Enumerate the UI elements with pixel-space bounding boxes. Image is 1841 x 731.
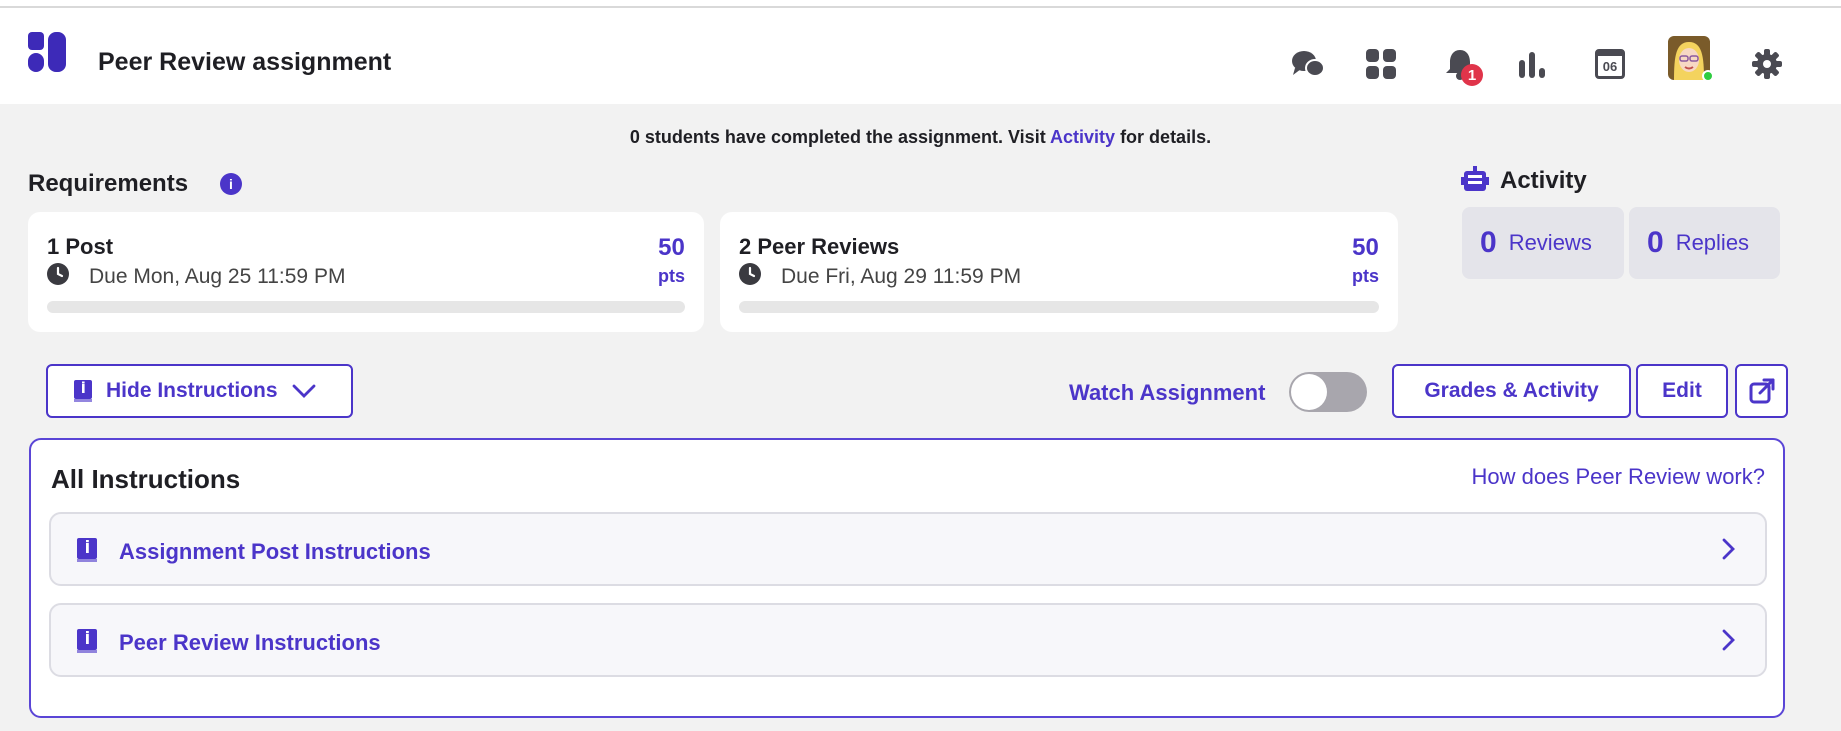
chart-icon[interactable]: [1512, 44, 1552, 84]
requirement-progress-bar: [739, 301, 1379, 313]
points-unit: pts: [658, 266, 685, 286]
requirement-due: Due Mon, Aug 25 11:59 PM: [89, 265, 346, 288]
page-title: Peer Review assignment: [98, 48, 392, 76]
info-icon[interactable]: i: [220, 173, 242, 195]
chevron-right-icon: [1722, 629, 1735, 651]
notification-badge: 1: [1461, 64, 1483, 86]
instructions-panel: All Instructions How does Peer Review wo…: [29, 438, 1785, 718]
gear-icon[interactable]: [1747, 44, 1787, 84]
grades-activity-button[interactable]: Grades & Activity: [1392, 364, 1631, 418]
chevron-right-icon: [1722, 538, 1735, 560]
instruction-label: Peer Review Instructions: [119, 630, 381, 655]
requirements-title: Requirements: [28, 170, 189, 197]
app-logo-icon[interactable]: [28, 32, 66, 72]
completion-notice: 0 students have completed the assignment…: [0, 127, 1841, 148]
clock-icon: [739, 263, 761, 285]
watch-assignment-label: Watch Assignment: [1069, 380, 1266, 405]
replies-label: Replies: [1675, 230, 1750, 255]
replies-count: 0: [1647, 226, 1664, 259]
edit-button[interactable]: Edit: [1636, 364, 1728, 418]
instruction-row-assignment-post[interactable]: Assignment Post Instructions: [49, 512, 1767, 586]
points-unit: pts: [1352, 266, 1379, 286]
app-header: Peer Review assignment 1 06: [0, 8, 1841, 104]
calendar-icon[interactable]: 06: [1590, 44, 1630, 84]
requirement-title: 1 Post: [47, 234, 114, 259]
hide-instructions-button[interactable]: Hide Instructions: [46, 364, 353, 418]
external-link-icon: [1749, 378, 1774, 404]
book-icon: [77, 538, 97, 562]
requirement-title: 2 Peer Reviews: [739, 234, 900, 259]
requirement-points: 50 pts: [1352, 234, 1379, 287]
instruction-row-peer-review[interactable]: Peer Review Instructions: [49, 603, 1767, 677]
reviews-label: Reviews: [1508, 230, 1592, 255]
chat-icon[interactable]: [1288, 44, 1328, 84]
instruction-label: Assignment Post Instructions: [119, 539, 431, 564]
requirement-card-post: 1 Post Due Mon, Aug 25 11:59 PM 50 pts: [28, 212, 704, 332]
requirement-due: Due Fri, Aug 29 11:59 PM: [781, 265, 1022, 288]
how-peer-review-works-link[interactable]: How does Peer Review work?: [1472, 464, 1765, 490]
activity-link[interactable]: Activity: [1050, 127, 1115, 147]
activity-robot-icon: [1461, 166, 1489, 191]
requirement-points: 50 pts: [658, 234, 685, 287]
requirement-progress-bar: [47, 301, 685, 313]
points-value: 50: [658, 234, 685, 261]
points-value: 50: [1352, 234, 1379, 261]
hide-instructions-label: Hide Instructions: [106, 379, 278, 402]
open-external-button[interactable]: [1735, 364, 1788, 418]
apps-grid-icon[interactable]: [1361, 44, 1401, 84]
chevron-down-icon: [292, 384, 315, 398]
reviews-stat[interactable]: 0 Reviews: [1462, 207, 1624, 279]
book-icon: [77, 629, 97, 653]
toggle-knob: [1291, 374, 1327, 410]
activity-title: Activity: [1500, 167, 1587, 194]
reviews-count: 0: [1480, 226, 1497, 259]
calendar-day: 06: [1602, 58, 1618, 74]
notice-prefix: 0 students have completed the assignment…: [629, 127, 1051, 147]
clock-icon: [47, 263, 69, 285]
requirement-card-reviews: 2 Peer Reviews Due Fri, Aug 29 11:59 PM …: [720, 212, 1398, 332]
instructions-title: All Instructions: [51, 464, 241, 494]
watch-assignment-toggle[interactable]: [1289, 372, 1367, 412]
book-icon: [74, 380, 92, 402]
notice-suffix: for details.: [1115, 127, 1212, 147]
online-status-dot: [1702, 70, 1714, 82]
replies-stat[interactable]: 0 Replies: [1629, 207, 1780, 279]
